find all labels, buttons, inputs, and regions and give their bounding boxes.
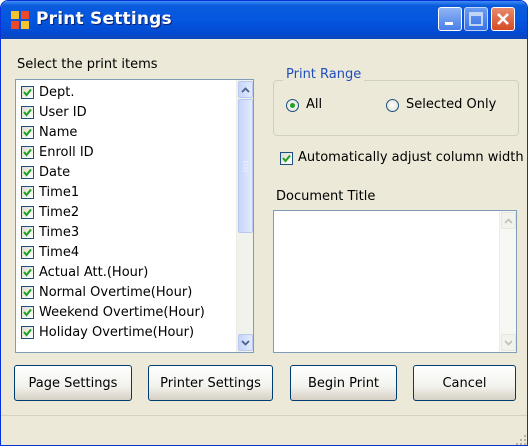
print-items-list[interactable]: Dept. User ID Name Enroll ID Date Time1 … <box>15 79 254 353</box>
radio-selected-only[interactable] <box>386 99 399 112</box>
list-item[interactable]: User ID <box>21 103 87 121</box>
radio-all-label[interactable]: All <box>306 97 322 112</box>
checkbox[interactable] <box>21 185 34 199</box>
document-title-scrollbar[interactable] <box>499 211 516 352</box>
list-item[interactable]: Time4 <box>21 243 79 261</box>
checkbox[interactable] <box>21 145 34 159</box>
list-item-label: Actual Att.(Hour) <box>39 264 149 280</box>
chevron-up-icon <box>241 86 250 93</box>
title-bar[interactable]: Print Settings <box>1 1 527 39</box>
items-scrollbar[interactable] <box>236 80 253 352</box>
list-item-label: Normal Overtime(Hour) <box>39 284 193 300</box>
window-title: Print Settings <box>36 9 172 29</box>
auto-adjust-checkbox[interactable] <box>280 152 293 165</box>
close-icon <box>492 8 514 30</box>
checkbox[interactable] <box>21 125 34 139</box>
radio-all[interactable] <box>286 99 299 112</box>
list-item[interactable]: Date <box>21 163 70 181</box>
grip-icon <box>243 161 248 172</box>
checkbox[interactable] <box>21 305 34 319</box>
print-settings-window: Print Settings Select the print items De… <box>0 0 528 446</box>
print-items-label: Select the print items <box>17 57 158 72</box>
checkbox[interactable] <box>21 225 34 239</box>
list-item-label: Time1 <box>39 184 80 200</box>
list-item-label: Weekend Overtime(Hour) <box>39 304 205 320</box>
checkbox[interactable] <box>21 85 34 99</box>
begin-print-button[interactable]: Begin Print <box>290 365 397 401</box>
scroll-down-button[interactable] <box>238 334 253 351</box>
print-range-title: Print Range <box>283 67 365 82</box>
checkbox[interactable] <box>21 105 34 119</box>
maximize-icon <box>465 8 487 30</box>
list-item-label: Dept. <box>39 84 75 100</box>
list-item-label: Time3 <box>39 224 80 240</box>
page-settings-button[interactable]: Page Settings <box>14 365 132 401</box>
checkbox[interactable] <box>21 325 34 339</box>
list-item-label: Holiday Overtime(Hour) <box>39 324 195 340</box>
list-item[interactable]: Holiday Overtime(Hour) <box>21 323 194 341</box>
scroll-down-button[interactable] <box>501 334 516 351</box>
list-item[interactable]: Time3 <box>21 223 79 241</box>
document-title-input[interactable] <box>273 210 517 353</box>
chevron-up-icon <box>504 217 513 224</box>
list-item[interactable]: Dept. <box>21 83 75 101</box>
list-item-label: Time4 <box>39 244 80 260</box>
checkbox[interactable] <box>21 265 34 279</box>
checkbox[interactable] <box>21 205 34 219</box>
maximize-button[interactable] <box>464 7 488 31</box>
list-item[interactable]: Normal Overtime(Hour) <box>21 283 192 301</box>
scroll-up-button[interactable] <box>501 212 516 229</box>
list-item-label: User ID <box>39 104 87 120</box>
checkbox[interactable] <box>21 285 34 299</box>
close-button[interactable] <box>491 7 515 31</box>
minimize-icon <box>439 8 461 30</box>
scroll-thumb[interactable] <box>238 99 253 233</box>
list-item[interactable]: Enroll ID <box>21 143 94 161</box>
document-title-label: Document Title <box>276 189 376 204</box>
status-bar <box>1 415 527 446</box>
auto-adjust-label[interactable]: Automatically adjust column width <box>298 150 524 165</box>
list-item-label: Time2 <box>39 204 80 220</box>
resize-grip-icon[interactable] <box>515 434 527 446</box>
app-icon <box>11 11 29 29</box>
cancel-button[interactable]: Cancel <box>413 365 516 401</box>
list-item-label: Name <box>39 124 78 140</box>
list-item[interactable]: Name <box>21 123 77 141</box>
list-item[interactable]: Weekend Overtime(Hour) <box>21 303 205 321</box>
checkbox[interactable] <box>21 245 34 259</box>
list-item-label: Date <box>39 164 71 180</box>
chevron-down-icon <box>504 339 513 346</box>
list-item-label: Enroll ID <box>39 144 94 160</box>
minimize-button[interactable] <box>438 7 462 31</box>
list-item[interactable]: Time2 <box>21 203 79 221</box>
checkbox[interactable] <box>21 165 34 179</box>
printer-settings-button[interactable]: Printer Settings <box>148 365 273 401</box>
list-item[interactable]: Actual Att.(Hour) <box>21 263 148 281</box>
radio-selected-only-label[interactable]: Selected Only <box>406 97 496 112</box>
scroll-up-button[interactable] <box>238 81 253 98</box>
list-item[interactable]: Time1 <box>21 183 79 201</box>
chevron-down-icon <box>241 339 250 346</box>
